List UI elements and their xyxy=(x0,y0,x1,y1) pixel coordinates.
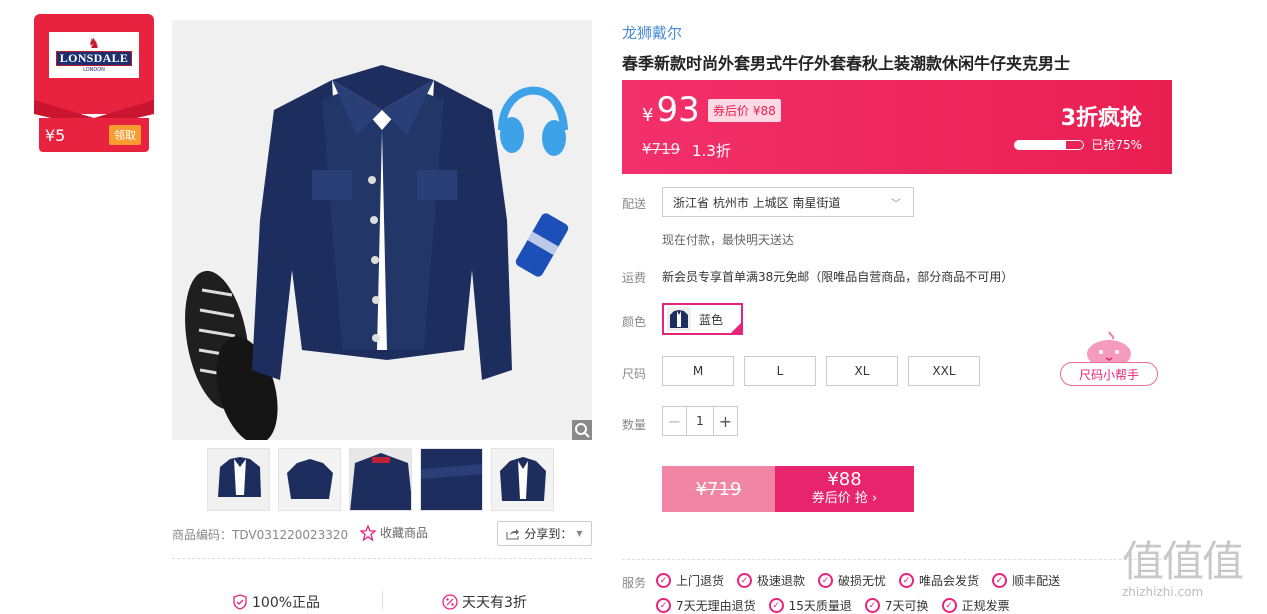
size-option-xxl[interactable]: XXL xyxy=(908,356,980,386)
thumbnail-3[interactable] xyxy=(349,448,412,511)
assurance-daily: 天天有3折 xyxy=(442,592,527,612)
share-icon xyxy=(506,528,520,539)
buy-coupon-action: 券后价 抢 › xyxy=(811,491,878,506)
service-item: ✓ 7天可换 xyxy=(864,597,929,614)
brand-link[interactable]: 龙狮戴尔 xyxy=(622,22,682,43)
lion-icon: ♞ xyxy=(87,36,101,52)
assurance-genuine-label: 100%正品 xyxy=(252,595,321,611)
thumbnail-strip xyxy=(207,448,554,511)
thumbnail-5[interactable] xyxy=(491,448,554,511)
size-option-l[interactable]: L xyxy=(744,356,816,386)
check-circle-icon: ✓ xyxy=(899,573,915,588)
share-label: 分享到： xyxy=(524,527,573,541)
shield-icon xyxy=(233,594,247,610)
divider xyxy=(172,558,592,559)
service-item: ✓ 7天无理由退货 xyxy=(656,597,756,614)
address-select[interactable]: 浙江省 杭州市 上城区 南星街道 ﹀ xyxy=(662,187,914,217)
original-price: ¥719 xyxy=(642,140,681,158)
delivery-note: 现在付款，最快明天送达 xyxy=(662,233,795,247)
assurance-genuine: 100%正品 xyxy=(232,592,320,612)
quantity-label: 数量 xyxy=(622,418,647,432)
coupon-footer: ¥5 领取 xyxy=(39,118,149,152)
thumbnail-1[interactable] xyxy=(207,448,270,511)
sold-progress-text: 已抢75% xyxy=(1091,138,1142,152)
size-option-m[interactable]: M xyxy=(662,356,734,386)
favorite-button[interactable]: 收藏商品 xyxy=(360,524,428,541)
address-value: 浙江省 杭州市 上城区 南星街道 xyxy=(673,195,841,210)
service-item: ✓ 极速退款 xyxy=(737,572,805,589)
service-item: ✓ 15天质量退 xyxy=(768,597,852,614)
shipping-text: 新会员专享首单满38元免邮（限唯品自营商品，部分商品不可用） xyxy=(662,270,1014,284)
color-swatch xyxy=(667,307,691,331)
divider xyxy=(382,591,383,609)
shipping-label: 运费 xyxy=(622,271,647,285)
share-dropdown[interactable]: 分享到： ▼ xyxy=(497,521,592,546)
size-helper[interactable]: 尺码小帮手 xyxy=(1060,330,1158,387)
delivery-label: 配送 xyxy=(622,197,647,211)
assurance-daily-label: 天天有3折 xyxy=(462,595,527,611)
service-item: ✓ 上门退货 xyxy=(656,572,724,589)
bird-mascot-icon xyxy=(1087,331,1131,366)
buy-original-price-button[interactable]: ¥719 xyxy=(662,466,775,512)
currency-symbol: ¥ xyxy=(642,105,654,126)
service-item: ✓ 破损无忧 xyxy=(818,572,886,589)
size-option-xl[interactable]: XL xyxy=(826,356,898,386)
service-item: ✓ 顺丰配送 xyxy=(992,572,1060,589)
flash-sale-label: 3折疯抢 xyxy=(1060,106,1142,131)
chevron-down-icon: ▼ xyxy=(576,529,583,538)
divider xyxy=(622,559,1172,560)
product-code: 商品编码：TDV031220023320 xyxy=(172,528,349,542)
color-option-blue[interactable]: 蓝色 xyxy=(662,303,743,335)
zoom-icon[interactable] xyxy=(572,420,592,440)
check-circle-icon: ✓ xyxy=(656,573,671,588)
quantity-plus-button[interactable]: + xyxy=(713,407,737,435)
quantity-value[interactable]: 1 xyxy=(687,407,713,435)
color-option-label: 蓝色 xyxy=(699,312,724,327)
discount-rate: 1.3折 xyxy=(692,142,731,160)
watermark-text: 值值值 xyxy=(1122,537,1244,586)
services-row-2: ✓ 7天无理由退货 ✓ 15天质量退 ✓ 7天可换 ✓ 正规发票 xyxy=(656,597,1010,614)
after-coupon-badge: 券后价 ¥88 xyxy=(708,99,781,122)
current-price-value: 93 xyxy=(656,90,700,130)
star-icon xyxy=(360,524,376,541)
services-label: 服务 xyxy=(622,576,647,590)
sold-progress-fill xyxy=(1015,141,1066,149)
thumbnail-2[interactable] xyxy=(278,448,341,511)
buy-with-coupon-button[interactable]: ¥88 券后价 抢 › xyxy=(775,466,914,512)
shop-coupon[interactable]: ♞ LONSDALE LONDON ¥5 领取 xyxy=(34,14,154,152)
brand-logo: ♞ LONSDALE LONDON xyxy=(49,32,139,78)
coupon-value: ¥5 xyxy=(45,125,66,145)
product-title: 春季新款时尚外套男式牛仔外套春秋上装潮款休闲牛仔夹克男士 xyxy=(622,54,1071,73)
current-price: ¥ 93 xyxy=(642,90,700,130)
color-label: 颜色 xyxy=(622,315,647,329)
check-circle-icon: ✓ xyxy=(992,573,1008,588)
size-label: 尺码 xyxy=(622,367,647,381)
check-circle-icon: ✓ xyxy=(818,573,834,588)
selected-check-icon xyxy=(729,321,741,333)
service-item: ✓ 正规发票 xyxy=(941,597,1010,614)
buy-coupon-price: ¥88 xyxy=(827,469,862,490)
service-item: ✓ 唯品会发货 xyxy=(899,572,979,589)
services-row-1: ✓ 上门退货 ✓ 极速退款 ✓ 破损无忧 ✓ 唯品会发货 ✓ 顺丰配送 xyxy=(656,572,1060,589)
brand-logo-text: LONSDALE xyxy=(55,51,133,66)
quantity-minus-button[interactable]: − xyxy=(663,407,687,435)
price-panel: ¥ 93 券后价 ¥88 ¥719 1.3折 3折疯抢 已抢75% xyxy=(622,80,1172,174)
size-helper-button[interactable]: 尺码小帮手 xyxy=(1060,362,1158,386)
thumbnail-4[interactable] xyxy=(420,448,483,511)
claim-coupon-button[interactable]: 领取 xyxy=(109,125,141,145)
denim-jacket-illustration xyxy=(172,20,592,440)
watermark: 值值值 zhizhizhi.com xyxy=(1122,528,1262,608)
favorite-label: 收藏商品 xyxy=(380,526,429,540)
sold-progress-bar xyxy=(1014,140,1084,150)
brand-logo-subtext: LONDON xyxy=(83,67,105,73)
percent-icon xyxy=(442,594,458,610)
product-main-image[interactable] xyxy=(172,20,592,440)
quantity-stepper: − 1 + xyxy=(662,406,738,436)
check-circle-icon: ✓ xyxy=(737,573,753,588)
chevron-down-icon: ﹀ xyxy=(891,198,901,210)
